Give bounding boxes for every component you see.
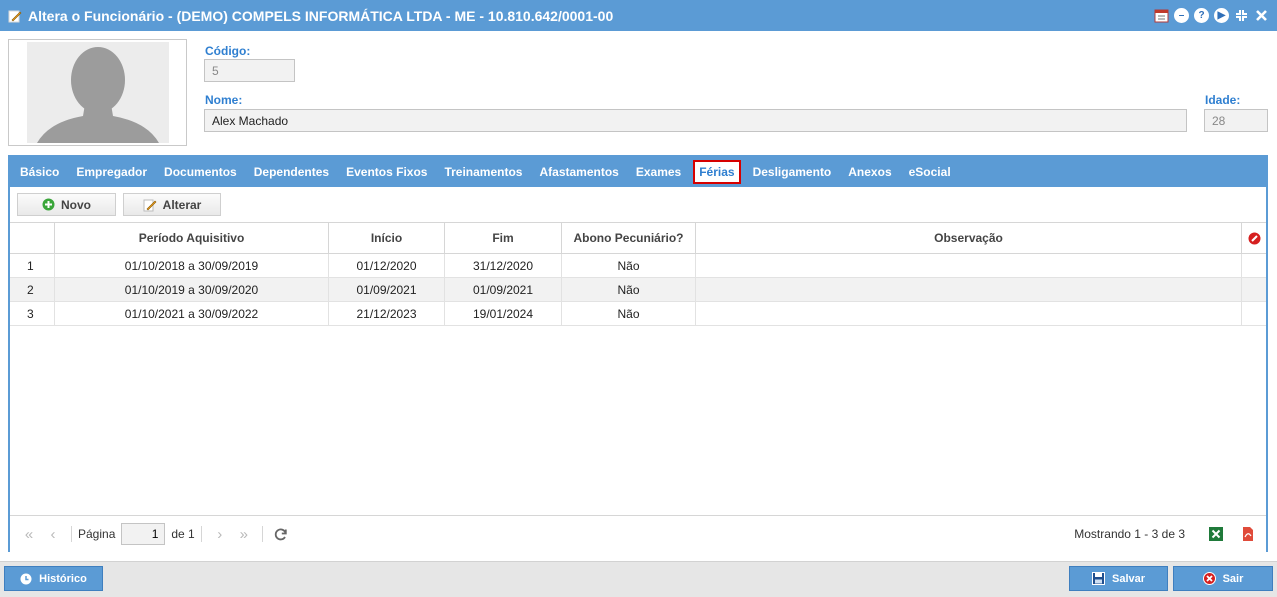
header-periodo[interactable]: Período Aquisitivo (55, 223, 329, 253)
header-observacao[interactable]: Observação (696, 223, 1242, 253)
person-silhouette-icon (37, 47, 159, 143)
tab-ferias[interactable]: Férias (693, 160, 741, 184)
tab-esocial[interactable]: eSocial (904, 161, 956, 183)
grid-pager: « ‹ Página de 1 › » Mostrando 1 - 3 de 3 (10, 515, 1266, 552)
excel-export-icon[interactable] (1204, 522, 1228, 546)
grid-header: Período Aquisitivo Início Fim Abono Pecu… (10, 222, 1266, 254)
cell-periodo: 01/10/2021 a 30/09/2022 (55, 302, 329, 325)
pager-divider (261, 526, 263, 542)
historico-label: Histórico (39, 572, 87, 585)
sair-label: Sair (1222, 572, 1244, 585)
codigo-field[interactable] (204, 59, 295, 82)
cell-periodo: 01/10/2019 a 30/09/2020 (55, 278, 329, 301)
tab-empregador[interactable]: Empregador (71, 161, 152, 183)
row-number: 2 (10, 278, 55, 301)
idade-field[interactable] (1204, 109, 1268, 132)
refresh-icon[interactable] (269, 522, 293, 546)
pdf-export-icon[interactable] (1236, 522, 1260, 546)
table-row[interactable]: 2 01/10/2019 a 30/09/2020 01/09/2021 01/… (10, 278, 1266, 302)
idade-label: Idade: (1205, 93, 1241, 107)
table-row[interactable]: 1 01/10/2018 a 30/09/2019 01/12/2020 31/… (10, 254, 1266, 278)
cell-observacao (696, 254, 1242, 277)
cell-abono: Não (562, 278, 696, 301)
ferias-grid: Período Aquisitivo Início Fim Abono Pecu… (10, 222, 1266, 326)
header-fim[interactable]: Fim (445, 223, 562, 253)
history-icon (20, 573, 32, 584)
cell-observacao (696, 278, 1242, 301)
novo-label: Novo (61, 197, 91, 212)
cell-blank (1242, 278, 1266, 301)
novo-button[interactable]: Novo (17, 193, 116, 216)
tab-desligamento[interactable]: Desligamento (748, 161, 837, 183)
page-number-input[interactable] (121, 523, 166, 545)
cell-inicio: 01/09/2021 (329, 278, 445, 301)
tab-afastamentos[interactable]: Afastamentos (534, 161, 623, 183)
table-row[interactable]: 3 01/10/2021 a 30/09/2022 21/12/2023 19/… (10, 302, 1266, 326)
tab-basico[interactable]: Básico (15, 161, 64, 183)
cell-fim: 31/12/2020 (445, 254, 562, 277)
historico-button[interactable]: Histórico (4, 566, 103, 591)
cell-fim: 01/09/2021 (445, 278, 562, 301)
tab-panel: Básico Empregador Documentos Dependentes… (8, 155, 1268, 552)
tab-exames[interactable]: Exames (631, 161, 686, 183)
minimize-icon[interactable]: – (1174, 8, 1189, 23)
save-icon (1091, 572, 1105, 585)
edit-icon (143, 199, 157, 211)
nome-field[interactable] (204, 109, 1187, 132)
help-icon[interactable]: ? (1194, 8, 1209, 23)
salvar-button[interactable]: Salvar (1069, 566, 1168, 591)
cell-inicio: 01/12/2020 (329, 254, 445, 277)
avatar-placeholder (27, 42, 169, 143)
header-inicio[interactable]: Início (329, 223, 445, 253)
sair-button[interactable]: Sair (1173, 566, 1273, 591)
pager-divider (200, 526, 202, 542)
cell-inicio: 21/12/2023 (329, 302, 445, 325)
clear-filter-icon[interactable] (1242, 223, 1266, 253)
play-icon[interactable]: ▶ (1214, 8, 1229, 23)
cell-blank (1242, 302, 1266, 325)
tab-eventos-fixos[interactable]: Eventos Fixos (341, 161, 432, 183)
pager-status: Mostrando 1 - 3 de 3 (1074, 527, 1185, 541)
last-page-icon[interactable]: » (232, 522, 256, 546)
tab-strip: Básico Empregador Documentos Dependentes… (10, 157, 1266, 187)
cell-periodo: 01/10/2018 a 30/09/2019 (55, 254, 329, 277)
grid-toolbar: Novo Alterar (10, 187, 1266, 222)
first-page-icon[interactable]: « (17, 522, 41, 546)
tab-treinamentos[interactable]: Treinamentos (439, 161, 527, 183)
alterar-label: Alterar (162, 197, 202, 212)
prev-page-icon[interactable]: ‹ (41, 522, 65, 546)
window-tools: – ? ▶ (1154, 8, 1269, 23)
pager-divider (71, 526, 72, 542)
tab-documentos[interactable]: Documentos (159, 161, 242, 183)
row-number: 1 (10, 254, 55, 277)
cell-abono: Não (562, 302, 696, 325)
window-titlebar: Altera o Funcionário - (DEMO) COMPELS IN… (0, 0, 1277, 31)
cell-blank (1242, 254, 1266, 277)
row-number: 3 (10, 302, 55, 325)
cell-abono: Não (562, 254, 696, 277)
close-icon[interactable] (1254, 8, 1269, 23)
cell-observacao (696, 302, 1242, 325)
tab-anexos[interactable]: Anexos (843, 161, 896, 183)
salvar-label: Salvar (1111, 572, 1146, 585)
add-icon (42, 198, 55, 211)
next-page-icon[interactable]: › (208, 522, 232, 546)
codigo-label: Código: (205, 44, 251, 58)
header-abono[interactable]: Abono Pecuniário? (562, 223, 696, 253)
tab-dependentes[interactable]: Dependentes (249, 161, 334, 183)
page-total: de 1 (171, 527, 195, 541)
employee-photo[interactable] (8, 39, 187, 146)
window-title: Altera o Funcionário - (DEMO) COMPELS IN… (28, 7, 614, 24)
calendar-icon[interactable] (1154, 8, 1169, 23)
collapse-icon[interactable] (1234, 8, 1249, 23)
exit-icon (1202, 572, 1216, 585)
nome-label: Nome: (205, 93, 243, 107)
window-footer: Histórico Salvar Sair (0, 561, 1277, 597)
header-rownum (10, 223, 55, 253)
alterar-button[interactable]: Alterar (123, 193, 221, 216)
page-label: Página (78, 527, 116, 541)
cell-fim: 19/01/2024 (445, 302, 562, 325)
edit-icon (8, 10, 22, 22)
